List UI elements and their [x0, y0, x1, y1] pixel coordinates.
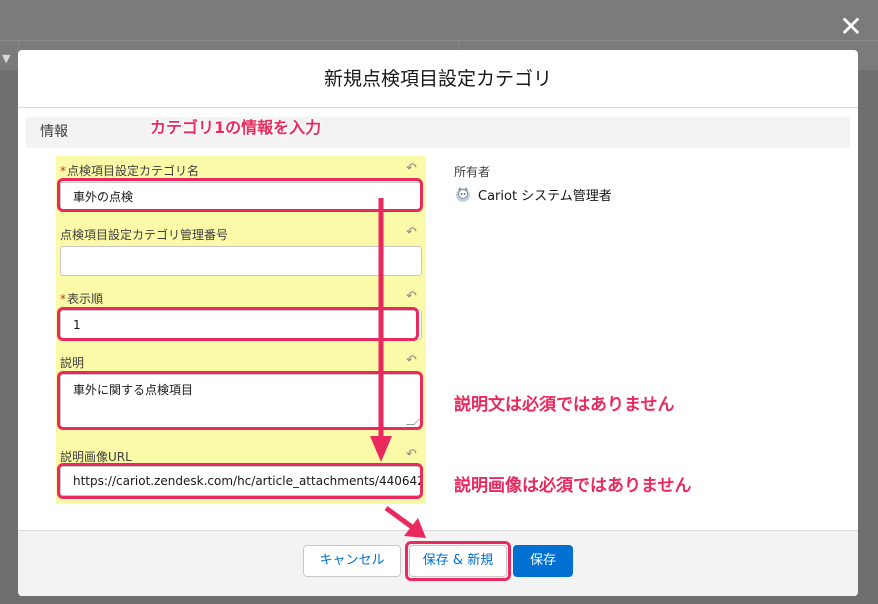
background-divider — [0, 40, 878, 41]
modal-dialog: 新規点検項目設定カテゴリ 情報 *点検項目設定カテゴリ名 ↶ 車外の点検 点検項… — [18, 50, 858, 596]
close-icon[interactable]: ✕ — [836, 12, 866, 42]
annotation-arrows — [370, 198, 426, 538]
chevron-down-icon: ▼ — [2, 52, 11, 65]
down-arrow-head — [370, 436, 392, 462]
